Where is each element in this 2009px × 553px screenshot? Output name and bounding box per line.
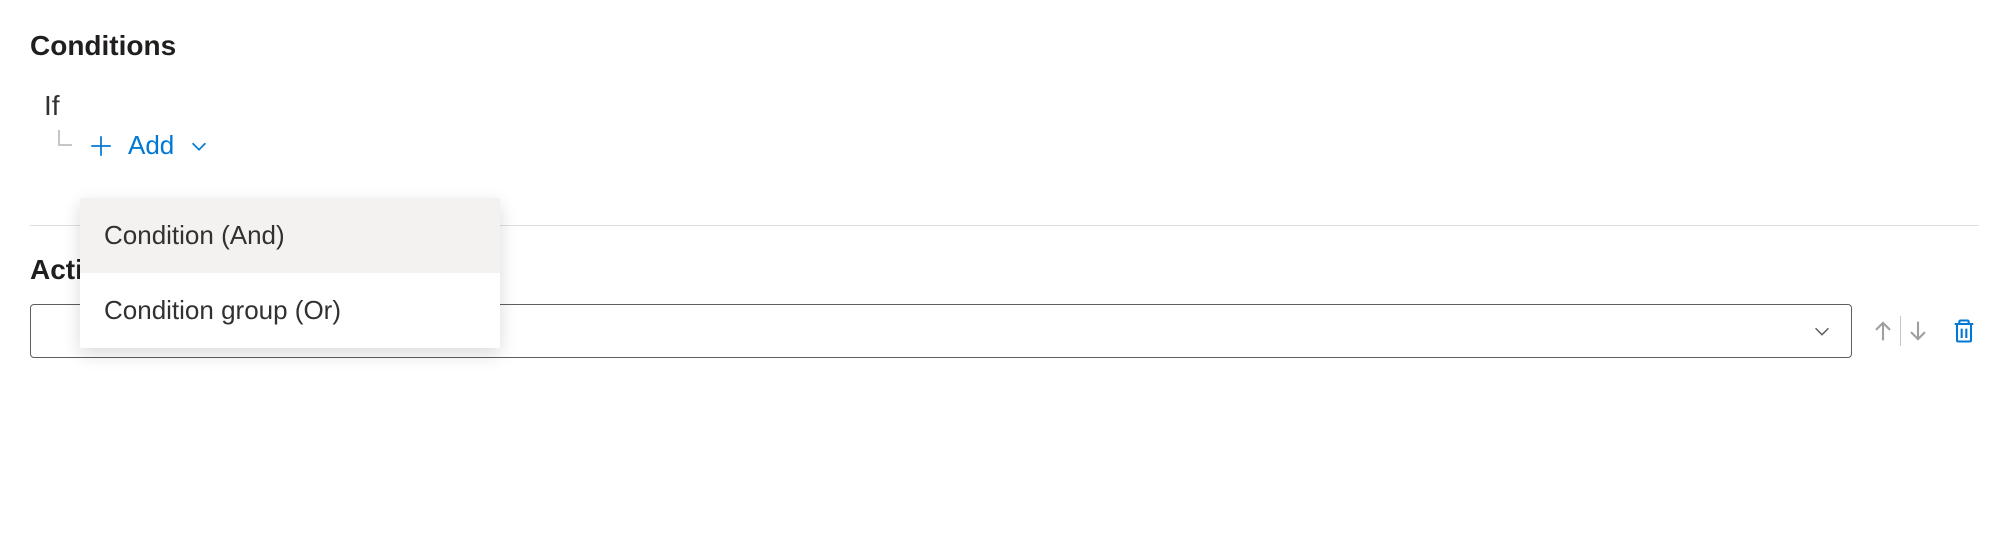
delete-button[interactable] <box>1949 316 1979 346</box>
if-block: If Add <box>44 90 1979 163</box>
chevron-down-icon <box>1811 320 1833 342</box>
move-down-button[interactable] <box>1903 316 1933 346</box>
chevron-down-icon <box>188 135 210 157</box>
add-label: Add <box>128 130 174 161</box>
move-up-button[interactable] <box>1868 316 1898 346</box>
add-condition-button[interactable]: Add <box>54 128 210 163</box>
menu-item-condition-group-or[interactable]: Condition group (Or) <box>80 273 500 348</box>
tree-branch-icon <box>54 136 74 156</box>
plus-icon <box>88 133 114 159</box>
reorder-controls <box>1868 316 1933 346</box>
menu-item-condition-and[interactable]: Condition (And) <box>80 198 500 273</box>
conditions-heading: Conditions <box>30 30 1979 62</box>
add-condition-menu: Condition (And) Condition group (Or) <box>80 198 500 348</box>
separator-icon <box>1900 316 1901 346</box>
if-label: If <box>44 90 1979 122</box>
